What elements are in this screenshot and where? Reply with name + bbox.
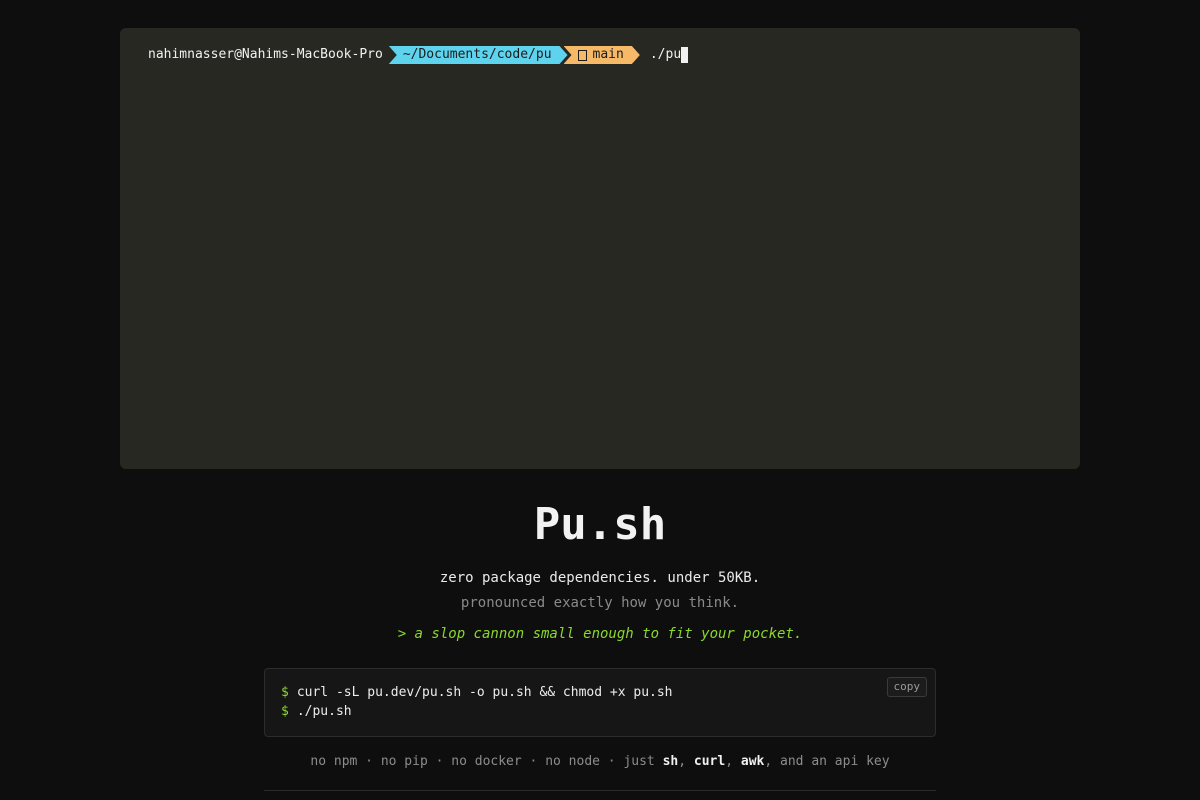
deps-sep: , — [725, 754, 741, 769]
deps-sep: , — [678, 754, 694, 769]
page-title: Pu.sh — [533, 499, 667, 550]
terminal-prompt: nahimnasser@Nahims-MacBook-Pro ~/Documen… — [148, 46, 689, 64]
dependencies-note: no npm · no pip · no docker · no node · … — [0, 753, 1200, 771]
slogan: > a slop cannon small enough to fit your… — [397, 626, 803, 642]
prompt-path: ~/Documents/code/pu — [402, 47, 552, 62]
deps-prefix: no npm · no pip · no docker · no node · … — [310, 754, 663, 769]
install-command-1: curl -sL pu.dev/pu.sh -o pu.sh && chmod … — [296, 685, 673, 700]
pronounced-note: pronounced exactly how you think. — [460, 595, 740, 611]
terminal-command-input[interactable]: ./pu — [649, 46, 689, 64]
deps-tool-sh: sh — [662, 754, 679, 769]
prompt-branch: main — [592, 47, 624, 62]
install-command-2: ./pu.sh — [296, 704, 352, 719]
deps-suffix: , and an api key — [764, 754, 890, 769]
install-line-2: $ ./pu.sh — [281, 703, 352, 720]
terminal-window[interactable]: nahimnasser@Nahims-MacBook-Pro ~/Documen… — [120, 28, 1080, 469]
terminal-command-text: ./pu — [649, 47, 682, 62]
terminal-cursor — [681, 46, 689, 63]
prompt-symbol: $ — [281, 685, 289, 700]
prompt-user-host: nahimnasser@Nahims-MacBook-Pro — [148, 47, 383, 62]
tagline: zero package dependencies. under 50KB. — [439, 570, 761, 586]
deps-tool-awk: awk — [740, 754, 765, 769]
prompt-symbol: $ — [281, 704, 289, 719]
copy-button[interactable]: copy — [886, 677, 927, 697]
install-code-block: $ curl -sL pu.dev/pu.sh -o pu.sh && chmod… — [264, 668, 936, 737]
section-divider — [264, 790, 936, 791]
install-line-1: $ curl -sL pu.dev/pu.sh -o pu.sh && chmod… — [281, 684, 673, 701]
git-branch-icon — [578, 50, 587, 61]
prompt-path-segment: ~/Documents/code/pu — [389, 46, 568, 64]
prompt-git-segment: main — [564, 46, 640, 64]
deps-tool-curl: curl — [693, 754, 726, 769]
